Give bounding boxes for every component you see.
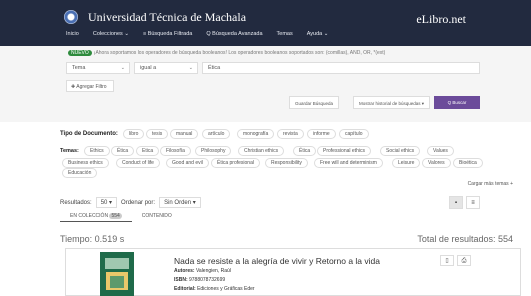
elibro-brand[interactable]: eLibro.net — [416, 12, 466, 27]
print-icon[interactable]: ⎙ — [457, 255, 471, 266]
book-authors: Autores: Valengien, Raúl — [174, 268, 231, 274]
doc-type-chip[interactable]: libro — [123, 129, 145, 139]
nav-busqueda-avanzada[interactable]: Q Búsqueda Avanzada — [206, 31, 262, 37]
temas-label: Temas: — [60, 148, 79, 154]
tema-chip[interactable]: Leisure — [392, 158, 421, 168]
doc-type-chip[interactable]: artículo — [202, 129, 231, 139]
nav-ayuda[interactable]: Ayuda ⌄ — [307, 31, 329, 37]
tema-chip[interactable]: Ética — [111, 146, 135, 156]
total-results: Total de resultados: 554 — [417, 234, 513, 244]
chevron-down-icon: ⌄ — [120, 65, 125, 71]
tema-chip[interactable]: Ética — [293, 146, 317, 156]
search-button[interactable]: Q Buscar — [434, 96, 480, 109]
new-badge: NUEVO — [68, 50, 92, 56]
field-select-value: Tema — [72, 65, 86, 71]
boolean-notice: NUEVO ¡Ahora soportamos los operadores de… — [68, 50, 385, 56]
doc-type-chip[interactable]: revista — [277, 129, 304, 139]
per-page-select[interactable]: 50 ▾ — [95, 197, 118, 208]
tema-chip[interactable]: Etica — [136, 146, 160, 156]
book-isbn: ISBN: 9788078732699 — [174, 277, 226, 283]
tema-chip[interactable]: Filosofía — [160, 146, 191, 156]
tema-chip[interactable]: Business ethics — [62, 158, 109, 168]
tema-chip[interactable]: Ética profesional — [211, 158, 260, 168]
tema-chip[interactable]: Professional ethics — [317, 146, 371, 156]
grid-view-icon[interactable]: ▪ — [449, 196, 463, 209]
results-controls: Resultados: 50 ▾ Ordenar por: Sin Orden ▾ — [60, 197, 205, 208]
university-logo-icon[interactable] — [64, 10, 78, 24]
tema-chip[interactable]: Responsibility — [265, 158, 308, 168]
editorial-value: Ediciones y Gráficas Eder — [197, 286, 255, 292]
load-more-temas-link[interactable]: Cargar más temas + — [468, 181, 513, 187]
order-label: Ordenar por: — [121, 200, 156, 206]
notice-text: ¡Ahora soportamos los operadores de búsq… — [93, 50, 386, 56]
doc-type-chip[interactable]: monografía — [237, 129, 275, 139]
tab-en-coleccion[interactable]: EN COLECCIÓN 554 — [60, 211, 132, 222]
show-history-button[interactable]: Mostrar historial de búsquedas ▾ — [353, 96, 431, 109]
tema-chip[interactable]: Educación — [62, 168, 98, 178]
isbn-value: 9788078732699 — [189, 277, 226, 283]
top-header: Universidad Técnica de Machala eLibro.ne… — [0, 0, 531, 46]
add-filter-button[interactable]: ✚ Agregar Filtro — [66, 80, 114, 92]
doc-type-chip[interactable]: manual — [170, 129, 199, 139]
search-time: Tiempo: 0.519 s — [60, 234, 125, 244]
results-tabs: EN COLECCIÓN 554 CONTENIDO — [60, 211, 182, 222]
tema-chip[interactable]: Free will and determinism — [314, 158, 383, 168]
book-editorial: Editorial: Ediciones y Gráficas Eder — [174, 286, 255, 292]
doc-type-chip[interactable]: tesis — [146, 129, 169, 139]
nav-colecciones[interactable]: Colecciones ⌄ — [93, 31, 129, 37]
condition-select[interactable]: igual a ⌄ — [134, 62, 198, 74]
results-label: Resultados: — [60, 200, 92, 206]
university-name[interactable]: Universidad Técnica de Machala — [88, 10, 246, 25]
tema-chip[interactable]: Christian ethics — [238, 146, 285, 156]
tema-chip[interactable]: Philosophy — [195, 146, 232, 156]
condition-select-value: igual a — [140, 65, 157, 71]
tema-chip[interactable]: Ethics — [84, 146, 110, 156]
doc-type-label: Tipo de Documento: — [60, 131, 118, 137]
chevron-down-icon: ⌄ — [188, 65, 193, 71]
tema-chip[interactable]: Good and evil — [166, 158, 209, 168]
search-value-text: Ética — [208, 65, 221, 71]
tab-contenido[interactable]: CONTENIDO — [132, 211, 182, 222]
authors-value: Valengien, Raúl — [195, 268, 231, 274]
list-view-icon[interactable]: ≡ — [466, 196, 480, 209]
order-select[interactable]: Sin Orden ▾ — [159, 197, 201, 208]
bookmark-icon[interactable]: ▯ — [440, 255, 454, 266]
nav-temas[interactable]: Temas — [277, 31, 293, 37]
tema-chip[interactable]: Conduct of life — [116, 158, 160, 168]
nav-inicio[interactable]: Inicio — [66, 31, 79, 37]
doc-type-chip[interactable]: informe — [307, 129, 336, 139]
book-cover[interactable] — [100, 252, 134, 296]
save-search-button[interactable]: Guardar Búsqueda — [289, 96, 340, 109]
tema-chip[interactable]: Values — [427, 146, 454, 156]
tab-count-badge: 554 — [109, 213, 122, 219]
tema-chip[interactable]: Valores — [422, 158, 451, 168]
doc-type-chip[interactable]: capítulo — [339, 129, 369, 139]
tema-chip[interactable]: Social ethics — [380, 146, 421, 156]
field-select[interactable]: Tema ⌄ — [66, 62, 130, 74]
tab-en-coleccion-label: EN COLECCIÓN — [70, 213, 109, 219]
tema-chip[interactable]: Bioética — [453, 158, 483, 168]
nav-busqueda-filtrada[interactable]: ≡ Búsqueda Filtrada — [143, 31, 192, 37]
search-value-input[interactable]: Ética — [202, 62, 480, 74]
book-title-link[interactable]: Nada se resiste a la alegría de vivir y … — [174, 256, 380, 266]
main-nav: Inicio Colecciones ⌄ ≡ Búsqueda Filtrada… — [66, 31, 342, 37]
